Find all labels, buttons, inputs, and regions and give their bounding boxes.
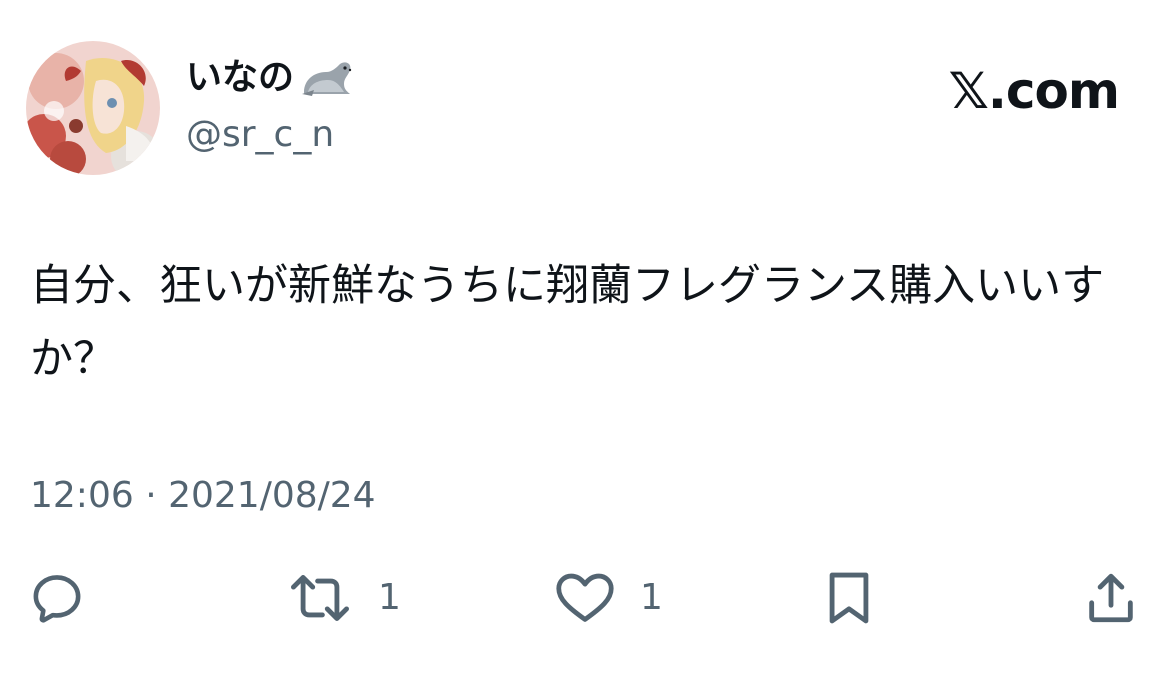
bookmark-button[interactable] bbox=[822, 566, 876, 630]
share-icon bbox=[1089, 573, 1133, 623]
avatar[interactable] bbox=[26, 41, 160, 175]
like-count: 1 bbox=[640, 577, 663, 618]
tweet-text: 自分、狂いが新鮮なうちに翔蘭フレグランス購入いいすか？ bbox=[30, 261, 1105, 384]
x-com-logo: 𝕏.com bbox=[948, 62, 1120, 120]
action-bar: 1 1 bbox=[0, 566, 1169, 630]
retweet-count: 1 bbox=[378, 577, 401, 618]
seal-icon bbox=[300, 58, 354, 98]
like-button[interactable]: 1 bbox=[554, 566, 663, 630]
retweet-button[interactable]: 1 bbox=[286, 566, 401, 630]
display-name[interactable]: いなの bbox=[186, 54, 354, 102]
heart-icon bbox=[556, 573, 614, 622]
user-handle[interactable]: @sr_c_n bbox=[186, 111, 334, 159]
reply-icon bbox=[33, 575, 81, 623]
avatar-image bbox=[26, 41, 160, 175]
tweet-timestamp[interactable]: 12:06 · 2021/08/24 bbox=[30, 472, 376, 520]
bookmark-icon bbox=[829, 572, 869, 624]
retweet-icon bbox=[291, 575, 350, 621]
share-button[interactable] bbox=[1082, 566, 1140, 630]
reply-button[interactable] bbox=[28, 566, 110, 630]
display-name-text: いなの bbox=[186, 57, 295, 98]
